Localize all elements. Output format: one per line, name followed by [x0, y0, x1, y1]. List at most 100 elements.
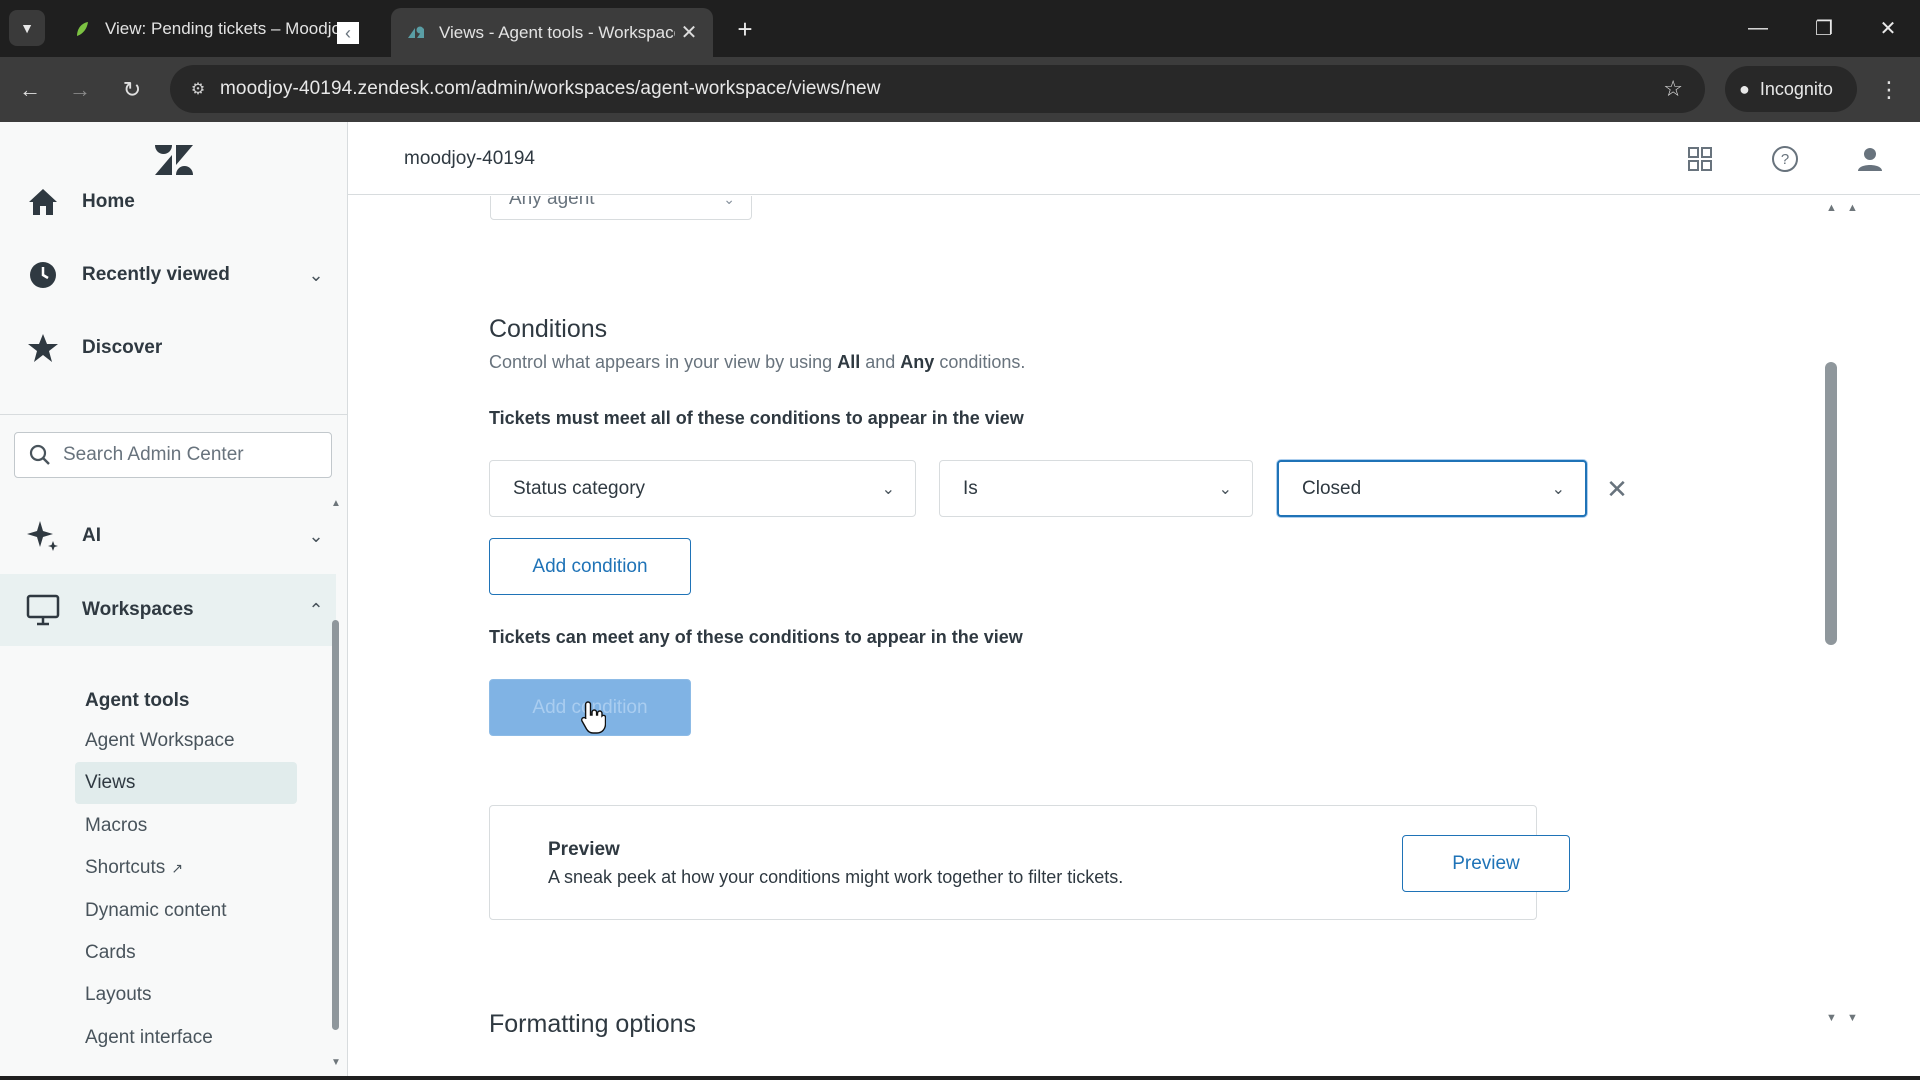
sidebar-item-agent-workspace[interactable]: Agent Workspace	[75, 720, 297, 762]
bookmark-star-icon[interactable]: ☆	[1663, 76, 1683, 102]
sidebar-item-recently-viewed[interactable]: Recently viewed ⌄	[0, 245, 336, 305]
tab-search-button[interactable]: ▼	[9, 10, 45, 46]
new-tab-button[interactable]: +	[728, 12, 762, 46]
sidebar-item-label: Views	[85, 772, 136, 793]
star-icon	[26, 331, 60, 365]
sidebar-item-label: Discover	[82, 337, 163, 358]
scroll-down-arrow-icon[interactable]: ▼	[329, 1057, 343, 1068]
chevron-down-icon[interactable]: ⌄	[296, 265, 336, 286]
chevron-down-icon: ▼	[20, 20, 34, 36]
account-name: moodjoy-40194	[404, 148, 535, 169]
condition-field-value: Status category	[513, 477, 646, 499]
preview-title: Preview	[548, 839, 620, 860]
sidebar-group-title: Agent tools	[85, 690, 190, 711]
scroll-down-arrow-icon[interactable]: ▼	[1847, 1012, 1858, 1024]
preview-button[interactable]: Preview	[1402, 835, 1570, 892]
sidebar-item-macros[interactable]: Macros	[75, 805, 297, 847]
desc-all: All	[837, 352, 861, 372]
admin-sidebar: Home Recently viewed ⌄ Discover ▲ AI ⌄ W…	[0, 122, 348, 1080]
sparkle-icon	[26, 519, 60, 553]
browser-tab-views[interactable]: Views - Agent tools - Workspaces ✕	[391, 8, 713, 57]
sidebar-item-label: Agent interface	[85, 1027, 213, 1048]
site-settings-icon[interactable]: ⚙	[176, 79, 220, 99]
sidebar-item-cards[interactable]: Cards	[75, 932, 297, 974]
chevron-down-icon: ⌄	[1218, 480, 1232, 498]
agent-select-value: Any agent	[509, 196, 595, 209]
sidebar-scrollbar-thumb[interactable]	[332, 620, 339, 1030]
user-profile-icon[interactable]	[1855, 144, 1885, 174]
chevron-down-icon: ⌄	[1551, 480, 1565, 498]
sidebar-item-label: Workspaces	[82, 599, 194, 620]
condition-operator-value: Is	[963, 477, 978, 499]
chevron-down-icon: ⌄	[723, 196, 735, 207]
incognito-label: Incognito	[1759, 78, 1833, 99]
products-grid-icon[interactable]	[1685, 144, 1715, 174]
desc-text: conditions.	[939, 352, 1026, 372]
omnibox[interactable]: ⚙ moodjoy-40194.zendesk.com/admin/worksp…	[170, 65, 1705, 113]
agent-select[interactable]: Any agent ⌄	[490, 196, 752, 220]
sidebar-item-layouts[interactable]: Layouts	[75, 974, 297, 1016]
sidebar-divider	[0, 414, 347, 415]
sidebar-item-label: Shortcuts	[85, 857, 166, 878]
sidebar-item-label: AI	[82, 525, 101, 546]
main-scrollbar-thumb[interactable]	[1825, 362, 1837, 645]
forward-arrow-icon[interactable]: →	[60, 70, 100, 110]
minimize-window-icon[interactable]: —	[1730, 8, 1786, 48]
sidebar-item-dynamic-content[interactable]: Dynamic content	[75, 890, 297, 932]
browser-tab-bar: ▼ View: Pending tickets – Moodjoy ✕ View…	[0, 0, 1920, 57]
mouse-pointer-icon	[581, 701, 606, 734]
scroll-up-arrow-icon[interactable]: ▲	[1826, 202, 1837, 214]
condition-value: Closed	[1302, 477, 1362, 499]
search-icon	[29, 444, 50, 465]
remove-condition-icon[interactable]: ✕	[1602, 474, 1632, 504]
sidebar-item-label: Agent Workspace	[85, 730, 235, 751]
incognito-icon: ●	[1739, 78, 1750, 99]
search-input[interactable]	[63, 444, 323, 466]
close-tab-icon[interactable]: ✕	[675, 19, 703, 47]
condition-value-select[interactable]: Closed ⌄	[1277, 460, 1587, 517]
condition-field-select[interactable]: Status category ⌄	[489, 460, 916, 517]
sidebar-item-label: Macros	[85, 815, 148, 836]
any-conditions-heading: Tickets can meet any of these conditions…	[489, 627, 1023, 647]
sidebar-item-label: Recently viewed	[82, 264, 230, 285]
zendesk-favicon-icon	[408, 26, 424, 38]
sidebar-item-label: Cards	[85, 942, 136, 963]
preview-description: A sneak peek at how your conditions migh…	[548, 867, 1124, 887]
browser-tab-pending-tickets[interactable]: View: Pending tickets – Moodjoy ✕	[57, 9, 375, 49]
url-text[interactable]: moodjoy-40194.zendesk.com/admin/workspac…	[220, 78, 881, 100]
sidebar-item-agent-interface[interactable]: Agent interface	[75, 1017, 297, 1059]
add-all-condition-button[interactable]: Add condition	[489, 538, 691, 595]
sidebar-item-workspaces[interactable]: Workspaces ⌃	[0, 574, 336, 646]
desc-text: Control what appears in your view by usi…	[489, 352, 833, 372]
conditions-description: Control what appears in your view by usi…	[489, 352, 1025, 373]
sidebar-item-ai[interactable]: AI ⌄	[0, 506, 336, 566]
reload-icon[interactable]: ↻	[112, 70, 152, 110]
close-window-icon[interactable]: ✕	[1860, 8, 1916, 48]
chevron-up-icon[interactable]: ⌃	[296, 600, 336, 621]
sidebar-item-home[interactable]: Home	[0, 172, 336, 232]
sidebar-item-label: Home	[82, 191, 135, 212]
restore-window-icon[interactable]: ❐	[1796, 8, 1852, 48]
sidebar-item-label: Dynamic content	[85, 900, 227, 921]
sidebar-item-shortcuts[interactable]: Shortcuts ↗	[75, 847, 297, 889]
condition-operator-select[interactable]: Is ⌄	[939, 460, 1253, 517]
sidebar-item-views[interactable]: Views	[75, 762, 297, 804]
help-icon[interactable]: ?	[1770, 144, 1800, 174]
collapse-sidebar-icon[interactable]: ‹	[337, 22, 359, 44]
sidebar-item-discover[interactable]: Discover	[0, 318, 336, 378]
conditions-title: Conditions	[489, 315, 608, 343]
clock-icon	[26, 258, 60, 292]
desc-any: Any	[900, 352, 935, 372]
main-content: Any agent ⌄ Conditions Control what appe…	[348, 196, 1920, 1080]
back-arrow-icon[interactable]: ←	[10, 70, 50, 110]
scroll-down-arrow-icon[interactable]: ▼	[1826, 1012, 1837, 1024]
admin-search-box[interactable]	[14, 432, 332, 478]
home-icon	[26, 185, 60, 219]
incognito-badge[interactable]: ● Incognito	[1725, 66, 1857, 112]
browser-menu-icon[interactable]: ⋮	[1874, 70, 1904, 110]
sidebar-item-label: Layouts	[85, 984, 152, 1005]
monitor-icon	[26, 593, 60, 627]
external-link-icon: ↗	[171, 859, 183, 876]
chevron-down-icon[interactable]: ⌄	[296, 526, 336, 547]
scroll-up-arrow-icon[interactable]: ▲	[1847, 202, 1858, 214]
